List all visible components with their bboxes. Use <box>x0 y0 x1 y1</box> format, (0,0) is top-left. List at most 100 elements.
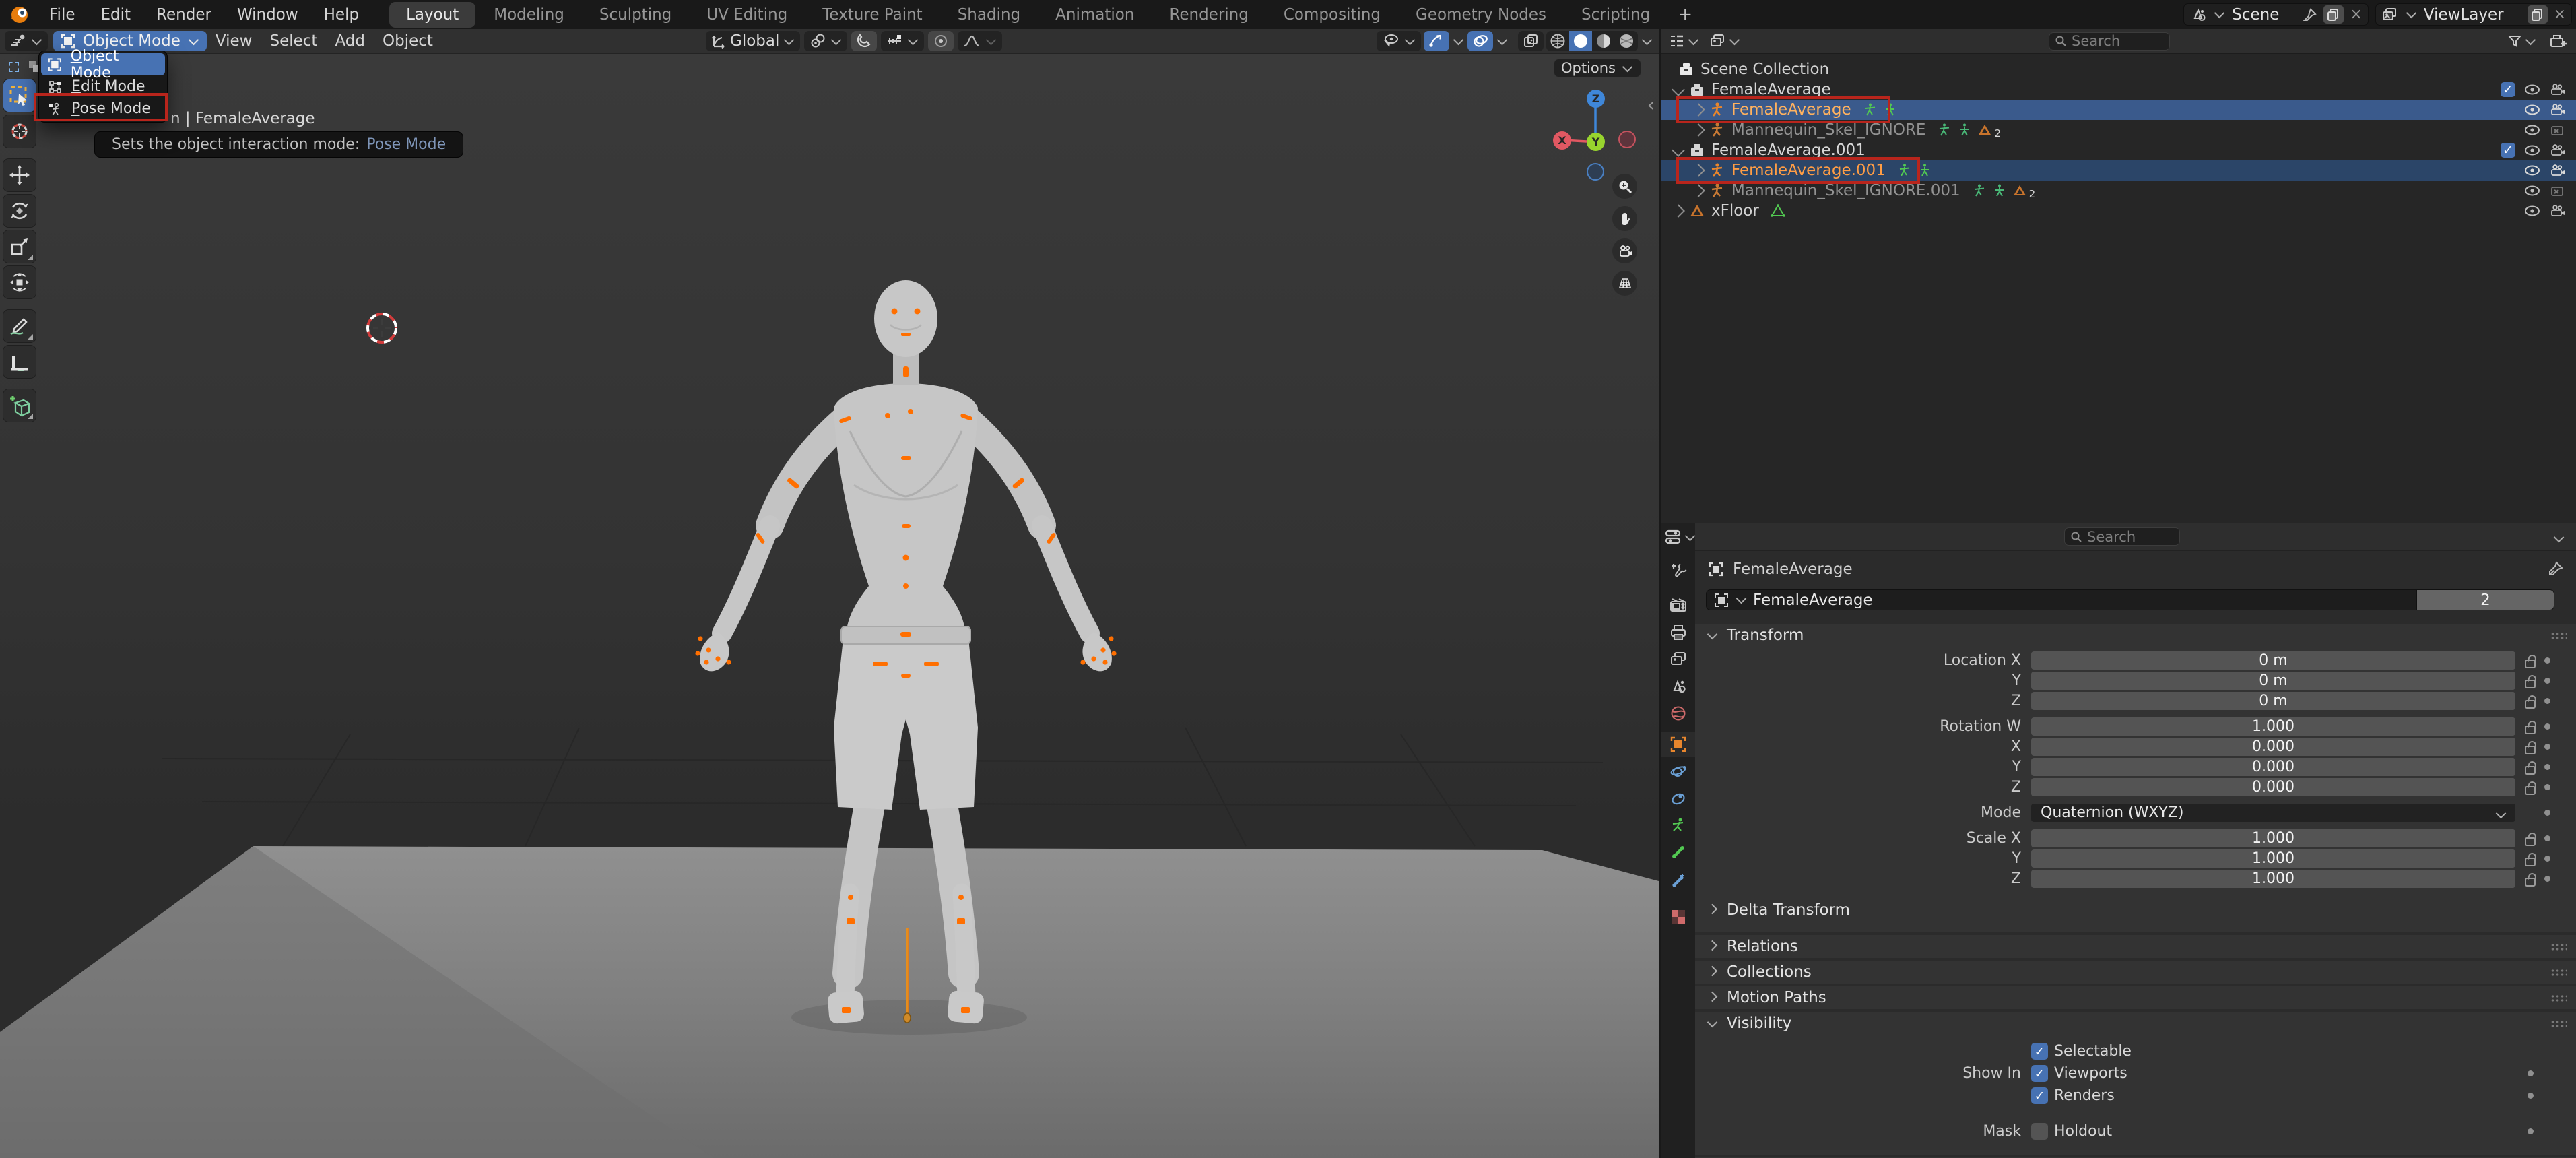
disclosure-closed-icon[interactable] <box>1692 184 1705 197</box>
row-label[interactable]: FemaleAverage.001 <box>1711 141 1865 159</box>
gizmo-axis-x[interactable]: X <box>1553 131 1571 150</box>
panel-relations-header[interactable]: Relations <box>1695 935 2576 958</box>
shading-rendered-button[interactable] <box>1615 31 1638 51</box>
gizmo-axis-y[interactable]: Y <box>1587 133 1605 151</box>
tab-geometry-nodes[interactable]: Geometry Nodes <box>1399 2 1563 28</box>
menu-item-object-mode[interactable]: Object Mode <box>41 53 165 75</box>
collection-checkbox[interactable] <box>2501 143 2515 158</box>
disable-render-camera-icon[interactable] <box>2549 102 2567 118</box>
add-workspace-button[interactable]: + <box>1668 3 1702 26</box>
shading-material-button[interactable] <box>1592 31 1615 51</box>
editor-type-button[interactable] <box>5 31 48 51</box>
sidebar-collapse-arrow[interactable]: ‹ <box>1647 94 1655 116</box>
panel-drag-grip[interactable] <box>2550 994 2567 1002</box>
tab-layout[interactable]: Layout <box>389 2 475 28</box>
hide-eye-icon[interactable] <box>2523 142 2542 158</box>
camera-view-button[interactable] <box>1612 238 1637 263</box>
lock-icon[interactable] <box>2525 700 2536 709</box>
disable-render-camera-icon[interactable] <box>2549 142 2567 158</box>
lock-icon[interactable] <box>2525 726 2536 734</box>
breadcrumb-object-name[interactable]: FemaleAverage <box>1733 560 1853 578</box>
hide-eye-icon[interactable] <box>2523 162 2542 179</box>
row-label[interactable]: Mannequin_Skel_IGNORE.001 <box>1731 182 1960 199</box>
tab-physics[interactable] <box>1661 759 1695 784</box>
animate-decorator-icon[interactable] <box>2528 1128 2534 1134</box>
lock-icon[interactable] <box>2525 878 2536 887</box>
tab-sculpting[interactable]: Sculpting <box>583 2 688 28</box>
tool-add-cube[interactable] <box>3 389 36 422</box>
hide-eye-icon[interactable] <box>2523 183 2542 199</box>
tab-shading[interactable]: Shading <box>941 2 1037 28</box>
object-name-field[interactable]: FemaleAverage <box>1706 589 2417 610</box>
outliner-search[interactable] <box>2049 32 2170 51</box>
row-object-xfloor[interactable]: xFloor <box>1661 201 2576 221</box>
hide-eye-icon[interactable] <box>2523 122 2542 138</box>
viewport-menu-add[interactable]: Add <box>326 32 374 50</box>
menu-item-pose-mode[interactable]: Pose Mode <box>41 98 165 120</box>
shading-wireframe-button[interactable] <box>1546 31 1569 51</box>
panel-drag-grip[interactable] <box>2550 1020 2567 1027</box>
row-object-mannequin-skel-001[interactable]: Mannequin_Skel_IGNORE.001 2 <box>1661 181 2576 201</box>
viewlayer-selector[interactable]: ViewLayer × <box>2375 3 2572 26</box>
new-collection-button[interactable] <box>2549 32 2568 50</box>
panel-drag-grip[interactable] <box>2550 632 2567 639</box>
new-scene-button[interactable] <box>2323 5 2344 24</box>
render-disabled-camera-icon[interactable] <box>2549 122 2567 138</box>
tab-modeling[interactable]: Modeling <box>477 2 581 28</box>
animate-decorator-icon[interactable] <box>2544 657 2550 664</box>
proportional-falloff-dropdown[interactable] <box>958 31 1002 51</box>
lock-icon[interactable] <box>2525 680 2536 688</box>
scene-selector[interactable]: Scene × <box>2183 3 2369 26</box>
panel-transform-header[interactable]: Transform <box>1695 624 2576 647</box>
panel-collections-header[interactable]: Collections <box>1695 961 2576 984</box>
disable-render-camera-icon[interactable] <box>2549 203 2567 219</box>
panel-delta-transform-header[interactable]: Delta Transform <box>1695 899 2576 922</box>
scale-z-field[interactable]: 1.000 <box>2031 870 2515 888</box>
animate-decorator-icon[interactable] <box>2544 876 2550 882</box>
rotation-mode-dropdown[interactable]: Quaternion (WXYZ) <box>2031 804 2515 822</box>
animate-decorator-icon[interactable] <box>2528 1070 2534 1076</box>
row-label[interactable]: FemaleAverage <box>1711 81 1831 98</box>
animate-decorator-icon[interactable] <box>2544 744 2550 750</box>
zoom-button[interactable] <box>1612 174 1637 199</box>
rotation-y-field[interactable]: 0.000 <box>2031 758 2515 776</box>
select-mode-set-button[interactable] <box>4 57 23 76</box>
tab-object-data[interactable] <box>1661 812 1695 838</box>
animate-decorator-icon[interactable] <box>2544 764 2550 770</box>
shading-dropdown-icon[interactable] <box>1642 34 1653 45</box>
row-label[interactable]: Mannequin_Skel_IGNORE <box>1731 121 1925 139</box>
blender-logo-icon[interactable] <box>8 3 31 26</box>
pin-icon[interactable] <box>2303 7 2317 22</box>
animate-decorator-icon[interactable] <box>2544 723 2550 730</box>
row-collection-femaleaverage-001[interactable]: FemaleAverage.001 <box>1661 140 2576 160</box>
animate-decorator-icon[interactable] <box>2544 678 2550 684</box>
rotation-w-field[interactable]: 1.000 <box>2031 717 2515 736</box>
row-collection-femaleaverage[interactable]: FemaleAverage <box>1661 79 2576 100</box>
snap-with-dropdown[interactable] <box>881 31 924 51</box>
animate-decorator-icon[interactable] <box>2544 784 2550 790</box>
disclosure-open-icon[interactable] <box>1672 143 1685 157</box>
disclosure-open-icon[interactable] <box>1672 83 1685 96</box>
tab-animation[interactable]: Animation <box>1038 2 1151 28</box>
scale-y-field[interactable]: 1.000 <box>2031 849 2515 868</box>
pin-id-icon[interactable] <box>2548 560 2564 577</box>
row-object-mannequin-skel[interactable]: Mannequin_Skel_IGNORE 2 <box>1661 120 2576 140</box>
disclosure-closed-icon[interactable] <box>1692 103 1705 117</box>
gizmos-toggle[interactable] <box>1424 31 1449 51</box>
tool-rotate[interactable] <box>3 195 36 227</box>
panel-drag-grip[interactable] <box>2550 943 2567 951</box>
xray-toggle[interactable] <box>1518 31 1544 51</box>
hide-eye-icon[interactable] <box>2523 203 2542 219</box>
tab-texture-paint[interactable]: Texture Paint <box>805 2 939 28</box>
viewports-checkbox[interactable] <box>2031 1065 2048 1082</box>
search-input[interactable] <box>2072 33 2152 49</box>
renders-checkbox[interactable] <box>2031 1087 2048 1104</box>
viewport-menu-object[interactable]: Object <box>374 32 442 50</box>
overlays-dropdown-icon[interactable] <box>1497 34 1508 45</box>
outliner-filter-dropdown[interactable] <box>2507 33 2537 49</box>
remove-viewlayer-icon[interactable]: × <box>2554 7 2566 22</box>
render-disabled-camera-icon[interactable] <box>2549 183 2567 199</box>
collection-checkbox[interactable] <box>2501 82 2515 97</box>
outliner-editor-type-button[interactable] <box>1668 32 1700 50</box>
viewport-menu-select[interactable]: Select <box>261 32 326 50</box>
